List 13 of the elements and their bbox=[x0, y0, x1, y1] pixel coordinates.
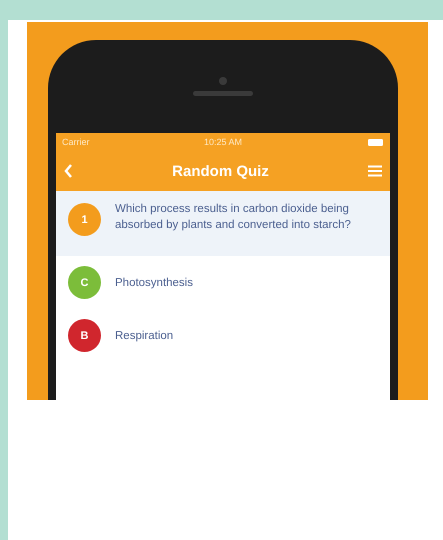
speaker-icon bbox=[193, 91, 253, 96]
screen-title: Random Quiz bbox=[171, 162, 270, 180]
question-number: 1 bbox=[68, 203, 101, 236]
menu-icon[interactable] bbox=[368, 165, 382, 177]
question-text: Which process results in carbon dioxide being absorbed by plants and converted into starch? bbox=[115, 202, 352, 233]
camera-icon bbox=[219, 77, 227, 85]
answer-letter[interactable]: B bbox=[68, 319, 101, 352]
battery-icon bbox=[368, 138, 384, 146]
answer-text[interactable]: Photosynthesis bbox=[115, 276, 193, 288]
answer-text[interactable]: Respiration bbox=[115, 330, 174, 342]
carrier-label: Carrier bbox=[62, 137, 91, 147]
back-icon[interactable] bbox=[64, 164, 73, 178]
status-time: 10:25 AM bbox=[202, 137, 243, 147]
